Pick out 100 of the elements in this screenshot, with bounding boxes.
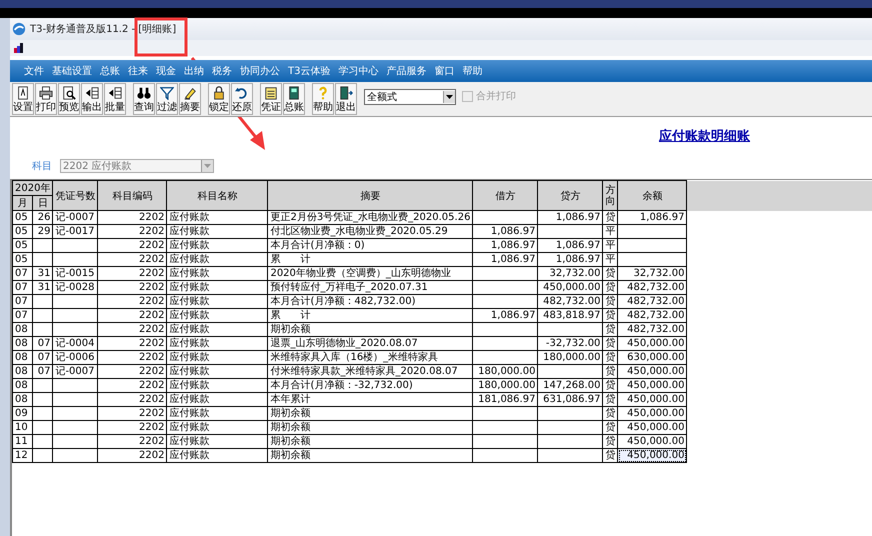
table-cell: 08	[12, 378, 33, 392]
menu-item[interactable]: 协同办公	[236, 64, 284, 78]
column-header: 凭证号数	[52, 180, 98, 210]
table-cell: 期初余额	[268, 322, 473, 336]
binoculars-icon	[137, 86, 151, 100]
table-cell: 记-0017	[52, 224, 98, 238]
table-cell: 平	[602, 238, 618, 252]
table-cell: 450,000.00	[618, 364, 687, 378]
table-cell: 482,732.00	[618, 322, 687, 336]
toolbar-button[interactable]: 帮助	[312, 83, 334, 115]
table-cell: 1,086.97	[538, 252, 603, 266]
toolbar-button[interactable]: 锁定	[208, 83, 230, 115]
table-cell: 09	[12, 406, 33, 420]
menu-item[interactable]: T3云体验	[284, 64, 334, 78]
table-cell	[472, 266, 538, 280]
toolbar-button[interactable]: 批量	[104, 83, 126, 115]
table-cell	[472, 434, 538, 448]
checkbox-label: 合并打印	[476, 90, 516, 103]
table-cell: 更正2月份3号凭证_水电物业费_2020.05.26	[268, 210, 473, 224]
table-cell: 贷	[602, 392, 618, 406]
table-cell: 2202	[98, 294, 167, 308]
table-cell	[472, 336, 538, 350]
table-cell: 本月合计(月净额：0)	[268, 238, 473, 252]
column-header: 余额	[618, 180, 687, 210]
table-cell: 应付账款	[166, 350, 268, 364]
menu-item[interactable]: 产品服务	[382, 64, 430, 78]
menu-item[interactable]: 现金	[152, 64, 180, 78]
table-cell: 2202	[98, 308, 167, 322]
table-cell: 08	[12, 364, 33, 378]
menu-item[interactable]: 窗口	[430, 64, 458, 78]
table-cell: 1,086.97	[472, 308, 538, 322]
table-cell	[472, 406, 538, 420]
toolbar-button[interactable]: 凭证	[260, 83, 282, 115]
table-cell: 2202	[98, 406, 167, 420]
menu-item[interactable]: 往来	[124, 64, 152, 78]
table-cell: 450,000.00	[618, 420, 687, 434]
highlight-frame	[134, 18, 188, 56]
table-cell: 贷	[602, 364, 618, 378]
toolbar-button[interactable]: 过滤	[156, 83, 178, 115]
export-icon	[85, 86, 99, 100]
table-cell: 12	[12, 448, 33, 462]
table-cell: 贷	[602, 378, 618, 392]
toolbar-button[interactable]: 设置	[12, 83, 34, 115]
table-cell	[32, 406, 53, 420]
export-icon	[108, 86, 122, 100]
menu-item[interactable]: 总账	[96, 64, 124, 78]
toolbar-button[interactable]: 摘要	[179, 83, 201, 115]
table-cell: 累 计	[268, 308, 473, 322]
table-cell	[538, 322, 603, 336]
toolbar-button[interactable]: 退出	[335, 83, 357, 115]
toolbar-button[interactable]: 输出	[81, 83, 103, 115]
table-cell: 应付账款	[166, 322, 268, 336]
table-cell: 07	[12, 266, 33, 280]
table-cell	[472, 210, 538, 224]
table-cell: 32,732.00	[538, 266, 603, 280]
toolbar-button[interactable]: 预览	[58, 83, 80, 115]
toolbar-button[interactable]: 还原	[231, 83, 253, 115]
table-cell	[32, 252, 53, 266]
dropdown-arrow-icon	[204, 164, 211, 168]
menu-item[interactable]: 出纳	[180, 64, 208, 78]
menu-item[interactable]: 帮助	[458, 64, 486, 78]
table-cell: 2020年物业费（空调费）_山东明德物业	[268, 266, 473, 280]
printer-icon	[39, 86, 53, 100]
table-cell: 米维特家具入库（16楼）_米维特家具	[268, 350, 473, 364]
window-title: T3-财务通普及版11.2 - [明细账]	[30, 22, 176, 36]
table-cell: 应付账款	[166, 448, 268, 462]
table-cell	[538, 448, 603, 462]
table-cell: 记-0007	[52, 364, 98, 378]
table-cell	[538, 406, 603, 420]
bar-chart-icon	[14, 43, 24, 53]
table-cell: 31	[32, 280, 53, 294]
subject-select[interactable]: 2202 应付账款	[60, 159, 214, 173]
column-header: 科目名称	[166, 180, 268, 210]
table-cell: 贷	[602, 210, 618, 224]
format-select[interactable]: 全额式	[364, 89, 456, 105]
table-cell: 180,000.00	[538, 350, 603, 364]
table-cell: 1,086.97	[472, 252, 538, 266]
table-cell: 退票_山东明德物业_2020.08.07	[268, 336, 473, 350]
menu-item[interactable]: 基础设置	[48, 64, 96, 78]
table-cell: 期初余额	[268, 448, 473, 462]
menu-item[interactable]: 文件	[20, 64, 48, 78]
table-cell	[52, 308, 98, 322]
column-header: 贷方	[538, 180, 603, 210]
table-cell: 记-0007	[52, 210, 98, 224]
table-cell: 应付账款	[166, 294, 268, 308]
table-cell: 482,732.00	[538, 294, 603, 308]
table-cell: 贷	[602, 434, 618, 448]
toolbar-button[interactable]: 打印	[35, 83, 57, 115]
table-cell	[472, 350, 538, 364]
table-cell: 26	[32, 210, 53, 224]
table-cell: 483,818.97	[538, 308, 603, 322]
table-cell: 贷	[602, 308, 618, 322]
lock-icon	[212, 86, 226, 100]
toolbar-button[interactable]: 查询	[133, 83, 155, 115]
table-cell: 1,086.97	[538, 210, 603, 224]
notepad-icon	[264, 86, 278, 100]
table-cell: 05	[12, 252, 33, 266]
menu-item[interactable]: 学习中心	[334, 64, 382, 78]
menu-item[interactable]: 税务	[208, 64, 236, 78]
toolbar-button[interactable]: 总账	[283, 83, 305, 115]
